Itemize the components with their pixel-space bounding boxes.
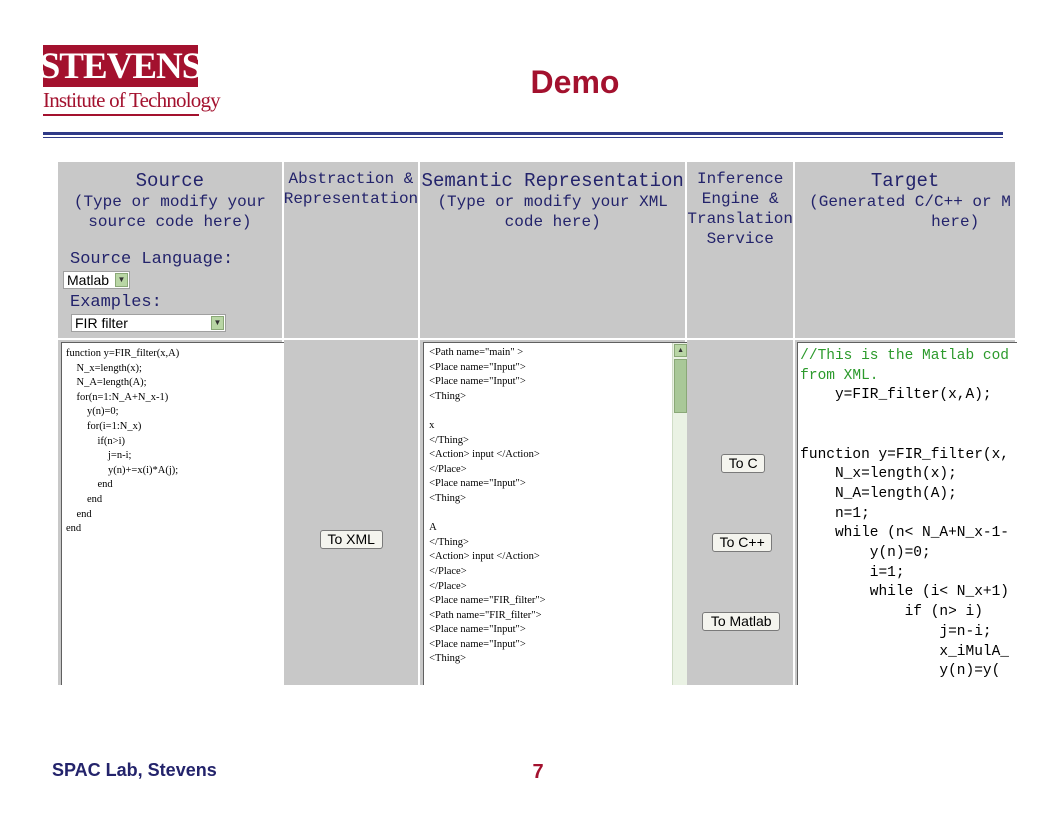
stevens-logo: STEVENS <box>40 45 202 87</box>
logo-name: STEVENS <box>39 45 203 87</box>
page-number: 7 <box>532 761 544 783</box>
inference-header-cell: Inference Engine & Translation Service <box>685 160 796 340</box>
scroll-up-icon[interactable]: ▲ <box>674 344 688 357</box>
app-screenshot: Source (Type or modify your source code … <box>56 160 1017 685</box>
inference-body-cell: To C To C++ To Matlab <box>685 338 796 685</box>
semantic-title: Semantic Representation <box>421 170 684 192</box>
target-subtitle-2: here) <box>931 213 980 231</box>
source-title: Source <box>135 170 205 192</box>
source-language-value: Matlab <box>67 272 110 288</box>
xml-code-text: <Path name="main" > <Place name="Input">… <box>429 347 546 665</box>
scroll-thumb[interactable] <box>674 359 688 413</box>
inference-line-2: Engine & <box>701 190 779 208</box>
target-body-cell: //This is the Matlab cod from XML. y=FIR… <box>793 338 1017 685</box>
source-subtitle-2: source code here) <box>88 213 252 231</box>
target-header-cell: Target (Generated C/C++ or M here) <box>793 160 1017 340</box>
examples-select[interactable]: FIR filter ▼ <box>71 314 226 332</box>
to-c-button[interactable]: To C <box>721 454 766 473</box>
header-rule <box>43 132 1003 135</box>
target-code-text: y=FIR_filter(x,A); function y=FIR_filter… <box>800 387 1010 680</box>
chevron-down-icon[interactable]: ▼ <box>211 316 224 330</box>
target-comment: //This is the Matlab cod from XML. <box>800 348 1010 384</box>
abstraction-line-1: Abstraction & <box>288 170 414 188</box>
to-matlab-button[interactable]: To Matlab <box>702 612 781 631</box>
source-code-editor[interactable]: function y=FIR_filter(x,A) N_x=length(x)… <box>61 342 288 685</box>
abstraction-header-cell: Abstraction & Representation <box>281 160 421 340</box>
target-title: Target <box>870 170 940 192</box>
semantic-header-cell: Semantic Representation (Type or modify … <box>418 160 688 340</box>
target-code-view[interactable]: //This is the Matlab cod from XML. y=FIR… <box>797 342 1017 685</box>
source-subtitle-1: (Type or modify your <box>73 193 266 211</box>
abstraction-line-2: Representation <box>283 190 419 208</box>
examples-label: Examples: <box>70 293 162 312</box>
source-code-text: function y=FIR_filter(x,A) N_x=length(x)… <box>66 348 180 535</box>
abstraction-body-cell: To XML <box>281 338 421 685</box>
xml-code-editor[interactable]: <Path name="main" > <Place name="Input">… <box>423 342 691 685</box>
chevron-down-icon[interactable]: ▼ <box>115 273 128 287</box>
semantic-body-cell: <Path name="main" > <Place name="Input">… <box>418 338 691 685</box>
header-rule-thin <box>43 137 1003 138</box>
target-code-block: //This is the Matlab cod from XML. y=FIR… <box>798 343 1017 682</box>
to-xml-button[interactable]: To XML <box>319 530 383 549</box>
translator-grid: Source (Type or modify your source code … <box>56 160 1017 685</box>
inference-line-3: Translation <box>687 210 793 228</box>
logo-underline <box>43 114 199 116</box>
to-cpp-button[interactable]: To C++ <box>712 533 773 552</box>
source-body-cell: function y=FIR_filter(x,A) N_x=length(x)… <box>56 338 288 685</box>
logo-subtitle: Institute of Technology <box>43 88 221 112</box>
target-subtitle-1: (Generated C/C++ or M <box>809 193 1011 211</box>
source-language-label: Source Language: <box>70 250 234 269</box>
slide-title: Demo <box>530 64 620 100</box>
inference-line-4: Service <box>706 230 774 248</box>
footer-lab-name: SPAC Lab, Stevens <box>52 760 217 780</box>
inference-line-1: Inference <box>696 170 784 188</box>
examples-value: FIR filter <box>75 315 128 331</box>
semantic-subtitle-2: code here) <box>504 213 601 231</box>
source-header-cell: Source (Type or modify your source code … <box>56 160 284 340</box>
semantic-subtitle-1: (Type or modify your XML <box>437 193 668 211</box>
source-language-select[interactable]: Matlab ▼ <box>63 271 130 289</box>
